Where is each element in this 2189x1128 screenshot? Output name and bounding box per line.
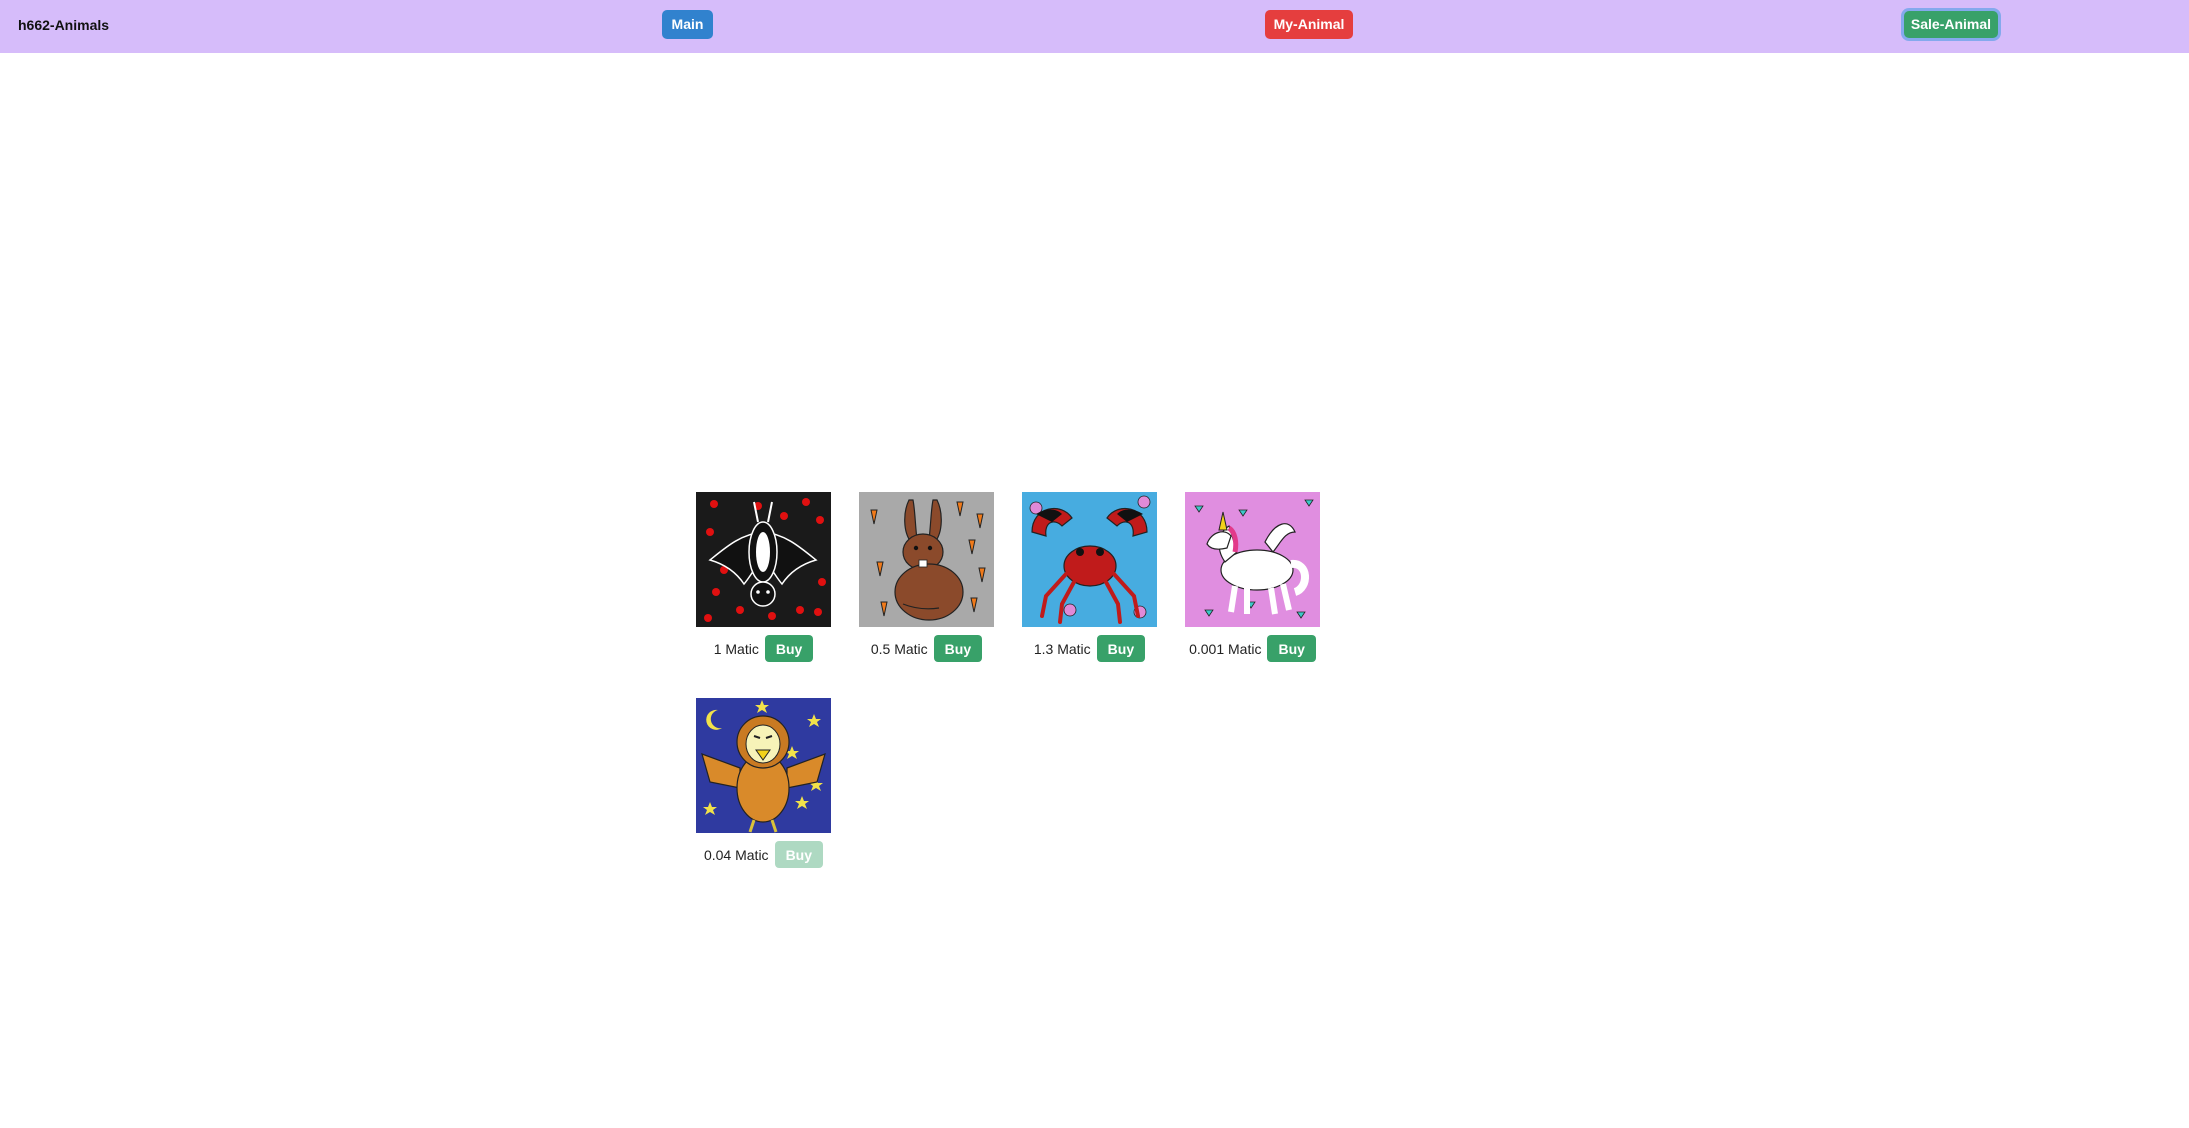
- my-animal-button[interactable]: My-Animal: [1265, 10, 1353, 39]
- buy-button[interactable]: Buy: [933, 635, 983, 662]
- animal-card-unicorn: 0.001 Matic Buy: [1185, 492, 1320, 662]
- card-price-row: 0.04 Matic Buy: [696, 841, 831, 868]
- animal-card-bat: 1 Matic Buy: [696, 492, 831, 662]
- owl-image: [696, 698, 831, 833]
- brand-title: h662-Animals: [18, 17, 110, 33]
- buy-button[interactable]: Buy: [764, 635, 814, 662]
- card-price-row: 0.5 Matic Buy: [859, 635, 994, 662]
- navbar: h662-Animals Main My-Animal Sale-Animal: [0, 0, 2189, 53]
- animal-card-rabbit: 0.5 Matic Buy: [859, 492, 994, 662]
- price-label: 0.5 Matic: [870, 640, 928, 657]
- card-price-row: 0.001 Matic Buy: [1185, 635, 1320, 662]
- price-label: 1.3 Matic: [1033, 640, 1091, 657]
- animal-card-crab: 1.3 Matic Buy: [1022, 492, 1157, 662]
- buy-button-disabled[interactable]: Buy: [774, 841, 824, 868]
- bat-image: [696, 492, 831, 627]
- animal-card-owl: 0.04 Matic Buy: [696, 698, 831, 868]
- card-price-row: 1 Matic Buy: [696, 635, 831, 662]
- buy-button[interactable]: Buy: [1096, 635, 1146, 662]
- main-button[interactable]: Main: [662, 10, 713, 39]
- price-label: 0.04 Matic: [703, 846, 769, 863]
- rabbit-image: [859, 492, 994, 627]
- crab-image: [1022, 492, 1157, 627]
- sale-animal-button[interactable]: Sale-Animal: [1904, 11, 1998, 38]
- unicorn-image: [1185, 492, 1320, 627]
- buy-button[interactable]: Buy: [1267, 635, 1316, 662]
- price-label: 1 Matic: [713, 640, 759, 657]
- price-label: 0.001 Matic: [1189, 640, 1262, 657]
- card-price-row: 1.3 Matic Buy: [1022, 635, 1157, 662]
